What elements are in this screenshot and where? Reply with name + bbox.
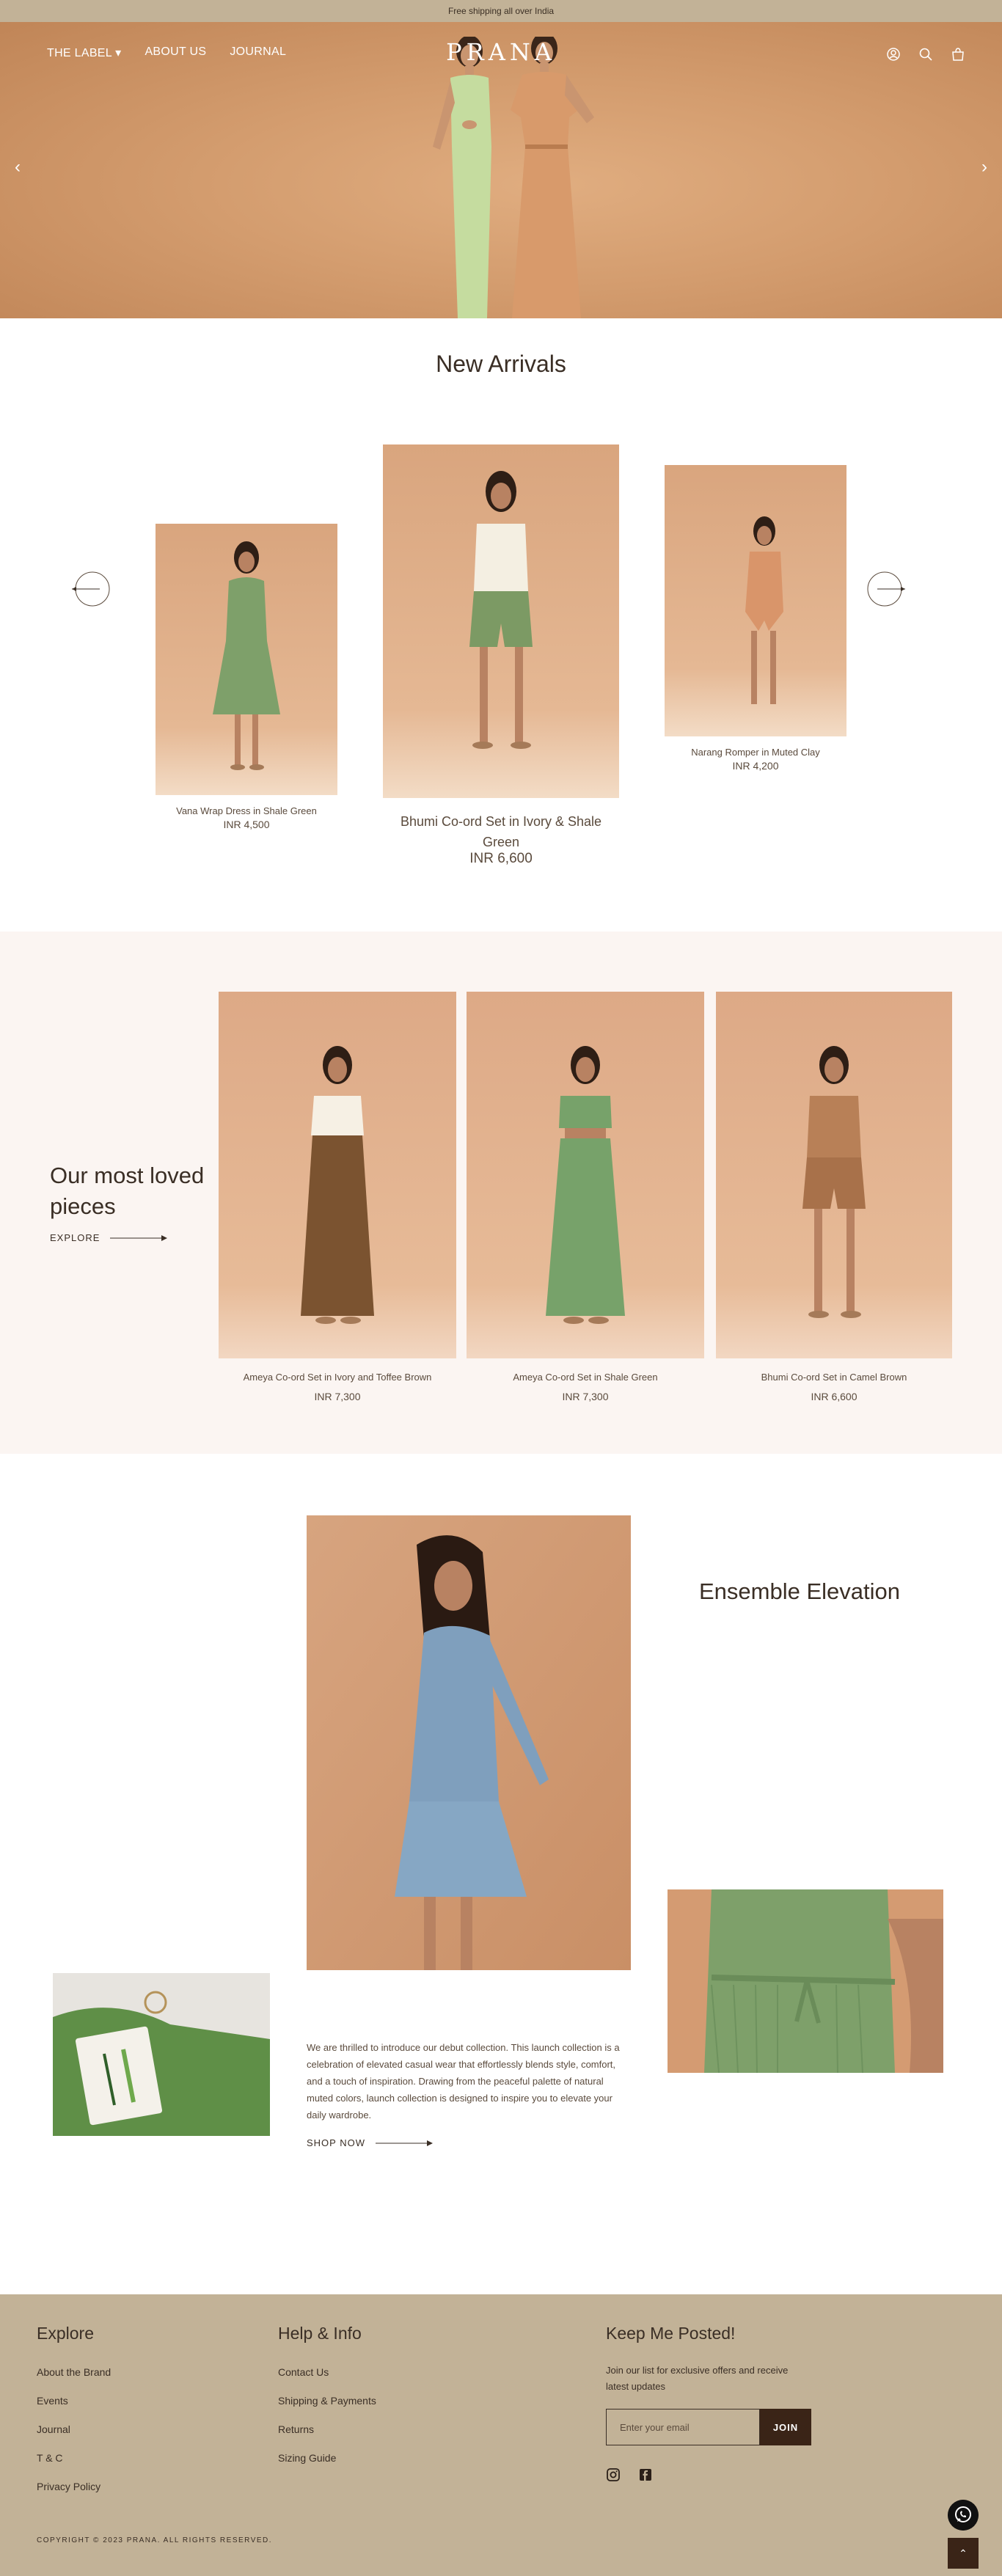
product-name[interactable]: Bhumi Co-ord Set in Ivory & Shale Green [383, 811, 619, 852]
product-price: INR 4,200 [732, 760, 779, 772]
footer-link-journal[interactable]: Journal [37, 2423, 70, 2435]
footer-link-about[interactable]: About the Brand [37, 2366, 111, 2378]
product-romper [745, 552, 783, 631]
product-name[interactable]: Bhumi Co-ord Set in Camel Brown [716, 1372, 952, 1383]
scroll-to-top-button[interactable]: ⌃ [948, 2538, 979, 2569]
whatsapp-icon[interactable] [948, 2500, 979, 2531]
new-arrivals-title: New Arrivals [436, 351, 566, 377]
product-image[interactable] [156, 524, 337, 795]
product-skirt [301, 1135, 374, 1316]
footer-help-title: Help & Info [278, 2324, 362, 2343]
product-price: INR 6,600 [469, 851, 533, 866]
carousel-next-arrow-icon[interactable] [867, 571, 907, 607]
newsletter-email-input[interactable] [606, 2409, 760, 2445]
product-price: INR 4,500 [223, 819, 270, 830]
sketchbook [75, 2026, 163, 2126]
hero-next-arrow-icon[interactable]: › [976, 158, 993, 176]
footer-explore-title: Explore [37, 2324, 94, 2343]
ensemble-detail-image [668, 1889, 943, 2073]
announcement-bar: Free shipping all over India [0, 0, 1002, 22]
product-image[interactable] [219, 992, 456, 1358]
hero-banner: THE LABEL ▾ ABOUT US JOURNAL PRANA ‹ › [0, 22, 1002, 318]
product-image[interactable] [383, 444, 619, 798]
arrow-right-icon [110, 1234, 168, 1241]
product-name[interactable]: Ameya Co-ord Set in Ivory and Toffee Bro… [219, 1372, 456, 1383]
brand-logo[interactable]: PRANA [0, 38, 1002, 66]
footer-link-tc[interactable]: T & C [37, 2452, 63, 2464]
hero-prev-arrow-icon[interactable]: ‹ [9, 158, 26, 176]
footer-link-contact[interactable]: Contact Us [278, 2366, 329, 2378]
explore-label: EXPLORE [50, 1232, 100, 1243]
join-button[interactable]: JOIN [760, 2409, 811, 2445]
flatlay-photo [53, 1973, 270, 2136]
product-name[interactable]: Vana Wrap Dress in Shale Green [134, 805, 359, 816]
model-photo [467, 992, 704, 1358]
footer-link-sizing[interactable]: Sizing Guide [278, 2452, 336, 2464]
header-icons [886, 47, 965, 62]
product-image[interactable] [467, 992, 704, 1358]
footer-link-events[interactable]: Events [37, 2395, 68, 2407]
model-photo [307, 1515, 631, 1970]
footer-link-shipping[interactable]: Shipping & Payments [278, 2395, 376, 2407]
copyright-text: COPYRIGHT © 2023 PRANA. ALL RIGHTS RESER… [37, 2536, 273, 2544]
arrow-right-icon [376, 2140, 433, 2146]
chevron-up-icon: ⌃ [959, 2547, 968, 2559]
model-photo [665, 465, 846, 736]
product-image[interactable] [716, 992, 952, 1358]
product-top [474, 524, 528, 591]
newsletter-description: Join our list for exclusive offers and r… [606, 2365, 789, 2392]
ensemble-flatlay-image [53, 1973, 270, 2136]
product-image[interactable] [665, 465, 846, 736]
ensemble-description: We are thrilled to introduce our debut c… [307, 2042, 620, 2121]
footer-link-returns[interactable]: Returns [278, 2423, 314, 2435]
shop-now-label: SHOP NOW [307, 2137, 365, 2148]
footer-newsletter-title: Keep Me Posted! [606, 2324, 736, 2343]
instagram-icon[interactable] [606, 2467, 621, 2482]
account-icon[interactable] [886, 47, 901, 62]
facebook-icon[interactable] [638, 2467, 653, 2482]
explore-link[interactable]: EXPLORE [50, 1232, 168, 1243]
shop-now-link[interactable]: SHOP NOW [307, 2137, 433, 2148]
model-photo [219, 992, 456, 1358]
announcement-text: Free shipping all over India [447, 6, 555, 16]
product-name[interactable]: Ameya Co-ord Set in Shale Green [467, 1372, 704, 1383]
product-price: INR 7,300 [314, 1391, 361, 1402]
product-price: INR 7,300 [562, 1391, 609, 1402]
model-photo [156, 524, 337, 795]
product-top [807, 1096, 861, 1157]
model-photo [716, 992, 952, 1358]
ensemble-title: Ensemble Elevation [699, 1578, 900, 1604]
hero-models-image [433, 37, 594, 318]
cart-icon[interactable] [951, 47, 965, 62]
footer-link-privacy[interactable]: Privacy Policy [37, 2481, 100, 2492]
ensemble-main-image [307, 1515, 631, 1970]
site-footer: Explore About the Brand Events Journal T… [0, 2294, 1002, 2576]
model-photo [383, 444, 619, 798]
search-icon[interactable] [918, 47, 933, 62]
detail-photo [668, 1889, 943, 2073]
loved-title: Our most loved pieces [50, 1163, 205, 1219]
product-price: INR 6,600 [811, 1391, 857, 1402]
carousel-prev-arrow-icon[interactable] [70, 571, 110, 607]
product-name[interactable]: Narang Romper in Muted Clay [643, 747, 868, 758]
